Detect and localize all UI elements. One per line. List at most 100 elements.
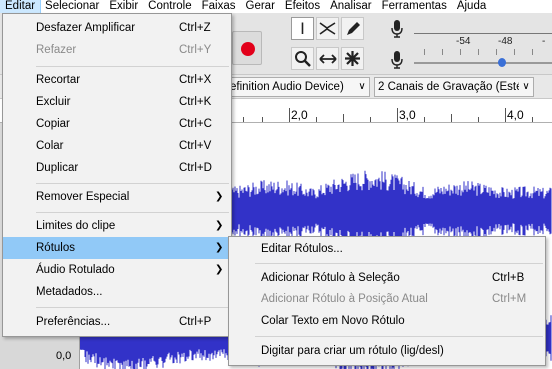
menu-item-undo[interactable]: Desfazer Amplificar Ctrl+Z xyxy=(3,17,231,39)
recording-device-value: efinition Audio Device) xyxy=(230,81,344,93)
menu-item-labeled-audio[interactable]: Áudio Rotulado ❯ xyxy=(3,259,231,281)
meter-tick: - xyxy=(542,36,546,47)
menu-item-label: Adicionar Rótulo à Seleção xyxy=(261,272,400,284)
meter-tick: -48 xyxy=(498,36,513,47)
microphone-slider-icon xyxy=(388,49,406,71)
menu-item-label: Remover Especial xyxy=(36,191,130,203)
recording-channels-value: 2 Canais de Gravação (Estér xyxy=(378,81,527,93)
menu-item-shortcut: Ctrl+Z xyxy=(179,22,211,34)
submenu-item-add-label-selection[interactable]: Adicionar Rótulo à Seleção Ctrl+B xyxy=(229,267,545,289)
ruler-label: 2,0 xyxy=(291,108,308,122)
chevron-down-icon: ∨ xyxy=(355,78,369,96)
menu-item-label: Excluir xyxy=(36,96,71,108)
menu-analisar[interactable]: Analisar xyxy=(325,0,377,13)
menu-item-shortcut: Ctrl+X xyxy=(179,74,212,86)
meter-tick: -54 xyxy=(456,36,471,47)
menu-gerar[interactable]: Gerar xyxy=(241,0,280,13)
submenu-item-type-to-create-label[interactable]: Digitar para criar um rótulo (lig/desl) xyxy=(229,340,545,362)
recording-device-select[interactable]: efinition Audio Device) ∨ xyxy=(226,77,370,97)
record-button[interactable] xyxy=(232,31,262,65)
edit-menu: Desfazer Amplificar Ctrl+Z Refazer Ctrl+… xyxy=(2,13,232,337)
menu-item-remove-special[interactable]: Remover Especial ❯ xyxy=(3,186,231,208)
double-arrow-icon xyxy=(318,53,337,64)
menu-item-cut[interactable]: Recortar Ctrl+X xyxy=(3,69,231,91)
zoom-icon xyxy=(295,51,311,67)
multi-tool[interactable] xyxy=(341,47,364,70)
labels-submenu: Editar Rótulos... Adicionar Rótulo à Sel… xyxy=(228,236,546,366)
meter-baseline xyxy=(414,33,552,34)
menu-item-shortcut: Ctrl+B xyxy=(492,272,525,284)
zoom-tool[interactable] xyxy=(291,47,314,70)
menu-bar: Editar Selecionar Exibir Controle Faixas… xyxy=(0,0,552,14)
menu-item-duplicate[interactable]: Duplicar Ctrl+D xyxy=(3,157,231,179)
submenu-item-edit-labels[interactable]: Editar Rótulos... xyxy=(229,238,545,260)
menu-item-copy[interactable]: Copiar Ctrl+C xyxy=(3,113,231,135)
menu-item-labels[interactable]: Rótulos ❯ xyxy=(3,237,231,259)
menu-item-label: Copiar xyxy=(36,118,70,130)
asterisk-icon xyxy=(345,51,360,66)
recording-volume-thumb[interactable] xyxy=(498,58,506,67)
menu-item-delete[interactable]: Excluir Ctrl+K xyxy=(3,91,231,113)
selection-tool[interactable]: I xyxy=(291,17,314,40)
ibeam-icon: I xyxy=(300,18,305,38)
menu-item-label: Preferências... xyxy=(36,316,111,328)
menu-item-shortcut: Ctrl+D xyxy=(179,162,212,174)
pencil-icon xyxy=(346,21,360,35)
menu-item-shortcut: Ctrl+Y xyxy=(179,44,212,56)
menu-efeitos[interactable]: Efeitos xyxy=(280,0,325,13)
microphone-icon[interactable] xyxy=(388,18,406,40)
menu-item-label: Digitar para criar um rótulo (lig/desl) xyxy=(261,345,444,357)
menu-item-label: Colar xyxy=(36,140,64,152)
menu-item-shortcut: Ctrl+M xyxy=(492,293,527,305)
menu-editar[interactable]: Editar xyxy=(0,0,42,14)
menu-item-shortcut: Ctrl+P xyxy=(179,316,212,328)
menu-separator xyxy=(255,336,543,337)
time-shift-tool[interactable] xyxy=(316,47,339,70)
draw-tool[interactable] xyxy=(341,17,364,40)
menu-item-preferences[interactable]: Preferências... Ctrl+P xyxy=(3,311,231,333)
menu-item-shortcut: Ctrl+V xyxy=(179,140,212,152)
chevron-right-icon: ❯ xyxy=(215,191,224,202)
menu-controle[interactable]: Controle xyxy=(143,0,196,13)
menu-item-label: Recortar xyxy=(36,74,81,86)
menu-faixas[interactable]: Faixas xyxy=(197,0,241,13)
recording-channels-select[interactable]: 2 Canais de Gravação (Estér ∨ xyxy=(374,77,534,97)
menu-separator xyxy=(36,212,229,213)
menu-item-label: Rótulos xyxy=(36,242,75,254)
menu-item-shortcut: Ctrl+C xyxy=(179,118,212,130)
menu-item-label: Adicionar Rótulo à Posição Atual xyxy=(261,293,428,305)
menu-exibir[interactable]: Exibir xyxy=(104,0,143,13)
menu-item-label: Refazer xyxy=(36,44,77,56)
record-icon xyxy=(241,42,255,56)
chevron-down-icon: ∨ xyxy=(519,78,533,96)
submenu-item-paste-new-label[interactable]: Colar Texto em Novo Rótulo xyxy=(229,310,545,332)
menu-separator xyxy=(255,263,543,264)
menu-item-clip-boundaries[interactable]: Limites do clipe ❯ xyxy=(3,215,231,237)
menu-item-label: Limites do clipe xyxy=(36,220,116,232)
ruler-label: 4,0 xyxy=(507,108,524,122)
menu-item-redo[interactable]: Refazer Ctrl+Y xyxy=(3,39,231,61)
menu-item-shortcut: Ctrl+K xyxy=(179,96,212,108)
envelope-tool[interactable] xyxy=(316,17,339,40)
ruler-label: 3,0 xyxy=(399,108,416,122)
menu-item-label: Metadados... xyxy=(36,286,103,298)
menu-ferramentas[interactable]: Ferramentas xyxy=(377,0,452,13)
volume-slider-scale xyxy=(414,49,552,59)
menu-item-label: Desfazer Amplificar xyxy=(36,22,136,34)
track-scale-label: 0,0 xyxy=(56,350,72,362)
menu-selecionar[interactable]: Selecionar xyxy=(40,0,104,13)
recording-volume-slider[interactable] xyxy=(414,62,552,64)
menu-item-metadata[interactable]: Metadados... xyxy=(3,281,231,303)
menu-item-paste[interactable]: Colar Ctrl+V xyxy=(3,135,231,157)
menu-item-label: Editar Rótulos... xyxy=(261,243,343,255)
menu-item-label: Áudio Rotulado xyxy=(36,264,115,276)
menu-separator xyxy=(36,307,229,308)
submenu-item-add-label-playback[interactable]: Adicionar Rótulo à Posição Atual Ctrl+M xyxy=(229,288,545,310)
chevron-right-icon: ❯ xyxy=(215,220,224,231)
menu-separator xyxy=(36,183,229,184)
recording-meter-scale: -54 -48 - xyxy=(414,27,552,47)
menu-item-label: Colar Texto em Novo Rótulo xyxy=(261,315,405,327)
chevron-right-icon: ❯ xyxy=(215,242,224,253)
menu-ajuda[interactable]: Ajuda xyxy=(452,0,491,13)
chevron-right-icon: ❯ xyxy=(215,264,224,275)
